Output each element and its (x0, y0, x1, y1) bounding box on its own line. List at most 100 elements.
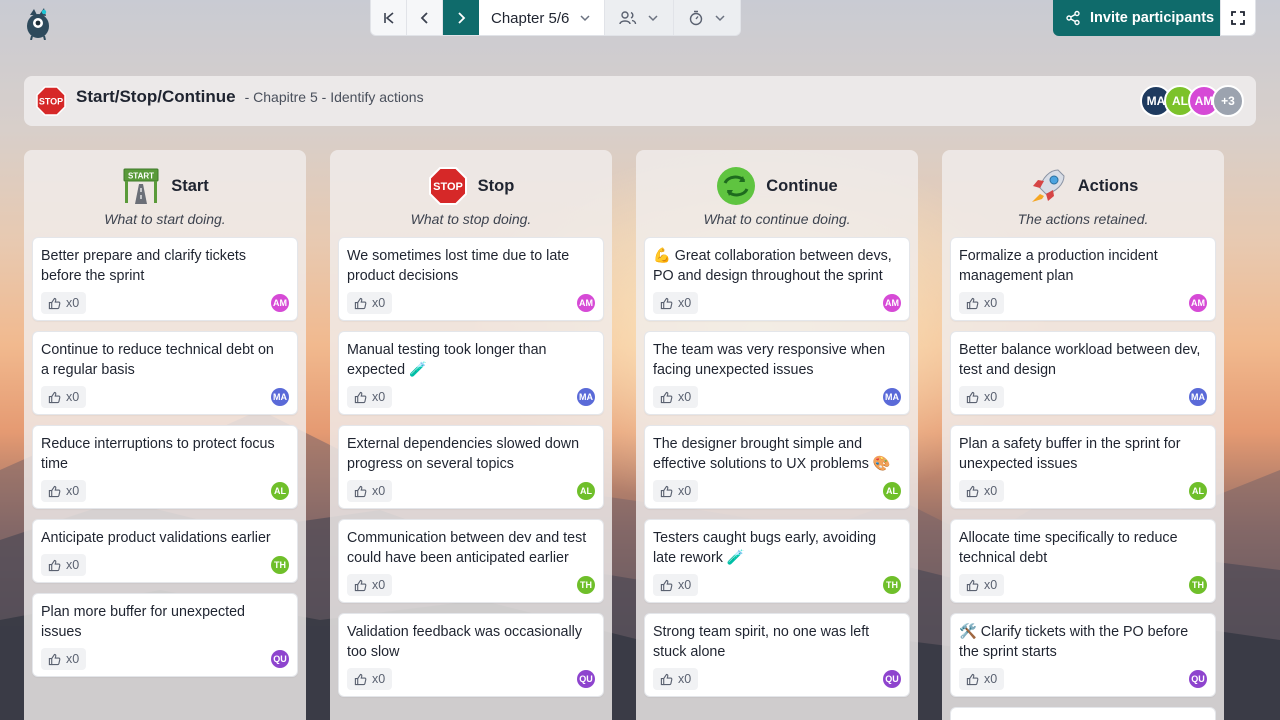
chevron-down-icon (648, 15, 658, 22)
column-title: Stop (477, 176, 515, 195)
like-button[interactable]: x0 (41, 480, 87, 502)
like-button[interactable]: x0 (347, 386, 393, 408)
retro-card[interactable]: Anticipate product validations earlier x0… (32, 519, 298, 583)
card-footer: x0 TH (347, 574, 595, 596)
timer-icon (689, 10, 703, 26)
like-button[interactable]: x0 (959, 386, 1005, 408)
card-text: Formalize a production incident manageme… (959, 248, 1158, 284)
next-chapter-button[interactable] (443, 0, 479, 35)
thumbs-up-icon (48, 297, 61, 309)
like-button[interactable]: x0 (959, 480, 1005, 502)
thumbs-up-icon (660, 579, 673, 591)
timer-dropdown[interactable] (674, 0, 740, 35)
like-button[interactable]: x0 (347, 574, 393, 596)
previous-chapter-button[interactable] (407, 0, 443, 35)
stop-sign-icon: STOP (36, 86, 66, 116)
like-button[interactable]: x0 (41, 648, 87, 670)
retro-card[interactable]: Reduce interruptions to protect focus ti… (32, 425, 298, 509)
participants-dropdown[interactable] (605, 0, 674, 35)
chapter-label: Chapter 5/6 (491, 9, 570, 27)
card-footer: x0 QU (959, 668, 1207, 690)
retro-card[interactable]: Validation feedback was occasionally too… (338, 613, 604, 697)
column-description: What to continue doing. (703, 211, 851, 227)
thumbs-up-icon (48, 485, 61, 497)
retro-card[interactable]: Better balance workload between dev, tes… (950, 331, 1216, 415)
card-text: Plan more buffer for unexpected issues (41, 604, 245, 640)
author-avatar: QU (271, 650, 289, 668)
like-count: x0 (984, 672, 998, 686)
like-button[interactable]: x0 (959, 668, 1005, 690)
add-card-button[interactable]: +Add card (950, 707, 1216, 720)
thumbs-up-icon (354, 579, 367, 591)
chapter-select[interactable]: Chapter 5/6 (479, 0, 605, 35)
retro-card[interactable]: Testers caught bugs early, avoiding late… (644, 519, 910, 603)
retro-card[interactable]: Allocate time specifically to reduce tec… (950, 519, 1216, 603)
card-text: Testers caught bugs early, avoiding late… (653, 530, 877, 566)
retro-card[interactable]: Continue to reduce technical debt on a r… (32, 331, 298, 415)
card-footer: x0 AL (653, 480, 901, 502)
like-button[interactable]: x0 (959, 574, 1005, 596)
like-button[interactable]: x0 (653, 386, 699, 408)
retro-card[interactable]: External dependencies slowed down progre… (338, 425, 604, 509)
like-count: x0 (66, 652, 80, 666)
retro-card[interactable]: The designer brought simple and effectiv… (644, 425, 910, 509)
retro-card[interactable]: Better prepare and clarify tickets befor… (32, 237, 298, 321)
card-text: Better prepare and clarify tickets befor… (41, 248, 247, 284)
fullscreen-button[interactable] (1220, 0, 1256, 36)
column-header: STOP Stop (338, 158, 604, 212)
participant-avatar[interactable]: +3 (1212, 85, 1244, 117)
thumbs-up-icon (966, 297, 979, 309)
card-text: The designer brought simple and effectiv… (653, 436, 891, 472)
like-button[interactable]: x0 (347, 480, 393, 502)
card-text: The team was very responsive when facing… (653, 342, 886, 378)
thumbs-up-icon (660, 485, 673, 497)
like-button[interactable]: x0 (653, 668, 699, 690)
author-avatar: MA (577, 388, 595, 406)
like-button[interactable]: x0 (653, 480, 699, 502)
like-count: x0 (372, 296, 386, 310)
author-avatar: QU (1189, 670, 1207, 688)
invite-participants-button[interactable]: Invite participants (1053, 0, 1220, 36)
first-chapter-button[interactable] (371, 0, 407, 35)
retro-card[interactable]: Communication between dev and test could… (338, 519, 604, 603)
retro-card[interactable]: Manual testing took longer than expected… (338, 331, 604, 415)
retro-card[interactable]: We sometimes lost time due to late produ… (338, 237, 604, 321)
author-avatar: AM (577, 294, 595, 312)
participant-avatars[interactable]: MA AL AM +3 (1140, 85, 1244, 117)
card-footer: x0 AM (41, 292, 289, 314)
card-footer: x0 AM (959, 292, 1207, 314)
column-stop: STOP Stop What to stop doing. We sometimes … (330, 150, 612, 720)
like-button[interactable]: x0 (41, 554, 87, 576)
card-footer: x0 QU (347, 668, 595, 690)
like-count: x0 (984, 578, 998, 592)
like-count: x0 (678, 672, 692, 686)
retro-card[interactable]: 🛠️ Clarify tickets with the PO before th… (950, 613, 1216, 697)
retro-card[interactable]: The team was very responsive when facing… (644, 331, 910, 415)
card-footer: x0 TH (41, 554, 289, 576)
card-text: External dependencies slowed down progre… (347, 436, 580, 472)
retro-card[interactable]: 💪 Great collaboration between devs, PO a… (644, 237, 910, 321)
retro-card[interactable]: Strong team spirit, no one was left stuc… (644, 613, 910, 697)
like-button[interactable]: x0 (653, 292, 699, 314)
like-count: x0 (66, 484, 80, 498)
app-logo-icon[interactable] (22, 6, 54, 40)
retro-card[interactable]: Plan more buffer for unexpected issues x0… (32, 593, 298, 677)
column-continue: Continue What to continue doing. 💪 Great c… (636, 150, 918, 720)
like-button[interactable]: x0 (347, 668, 393, 690)
like-count: x0 (678, 578, 692, 592)
retro-card[interactable]: Plan a safety buffer in the sprint for u… (950, 425, 1216, 509)
like-button[interactable]: x0 (41, 292, 87, 314)
card-text: Continue to reduce technical debt on a r… (41, 342, 274, 378)
stop-sign-icon: STOP (428, 166, 468, 206)
column-title: Actions (1077, 176, 1139, 195)
author-avatar: TH (1189, 576, 1207, 594)
author-avatar: AL (883, 482, 901, 500)
like-button[interactable]: x0 (347, 292, 393, 314)
author-avatar: AM (883, 294, 901, 312)
like-count: x0 (372, 484, 386, 498)
invite-label: Invite participants (1090, 10, 1215, 26)
like-button[interactable]: x0 (959, 292, 1005, 314)
like-button[interactable]: x0 (41, 386, 87, 408)
retro-card[interactable]: Formalize a production incident manageme… (950, 237, 1216, 321)
like-button[interactable]: x0 (653, 574, 699, 596)
